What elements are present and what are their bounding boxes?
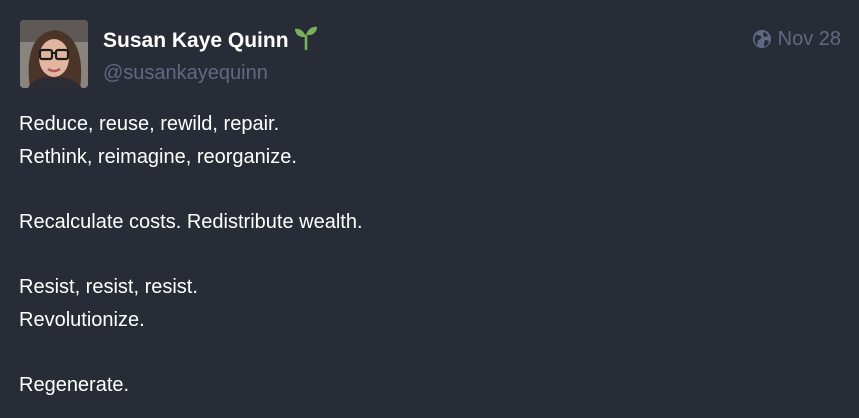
display-name[interactable]: Susan Kaye Quinn <box>103 24 319 58</box>
status-date[interactable]: Nov 28 <box>778 26 841 52</box>
content-paragraph: Resist, resist, resist. Revolutionize. <box>19 271 841 337</box>
status-content: Reduce, reuse, rewild, repair. Rethink, … <box>19 108 841 402</box>
status-post: Susan Kaye Quinn @susankayequinn Nov 28 <box>0 0 859 418</box>
content-line: Recalculate costs. Redistribute wealth. <box>19 211 363 233</box>
status-header: Susan Kaye Quinn @susankayequinn Nov 28 <box>20 20 841 90</box>
content-paragraph: Regenerate. <box>19 369 841 402</box>
status-meta: Nov 28 <box>752 26 841 52</box>
content-paragraph: Recalculate costs. Redistribute wealth. <box>19 206 841 239</box>
display-name-text: Susan Kaye Quinn <box>103 29 289 52</box>
avatar-image <box>20 20 88 88</box>
seedling-icon <box>293 24 319 58</box>
content-line: Rethink, reimagine, reorganize. <box>19 146 297 168</box>
content-line: Resist, resist, resist. <box>19 276 198 298</box>
content-line: Revolutionize. <box>19 309 145 331</box>
content-line: Reduce, reuse, rewild, repair. <box>19 113 280 135</box>
account-names[interactable]: Susan Kaye Quinn @susankayequinn <box>103 24 319 86</box>
globe-icon <box>752 29 772 49</box>
account-handle[interactable]: @susankayequinn <box>103 60 319 86</box>
avatar[interactable] <box>20 20 88 88</box>
content-line: Regenerate. <box>19 374 130 396</box>
content-paragraph: Reduce, reuse, rewild, repair. Rethink, … <box>19 108 841 174</box>
